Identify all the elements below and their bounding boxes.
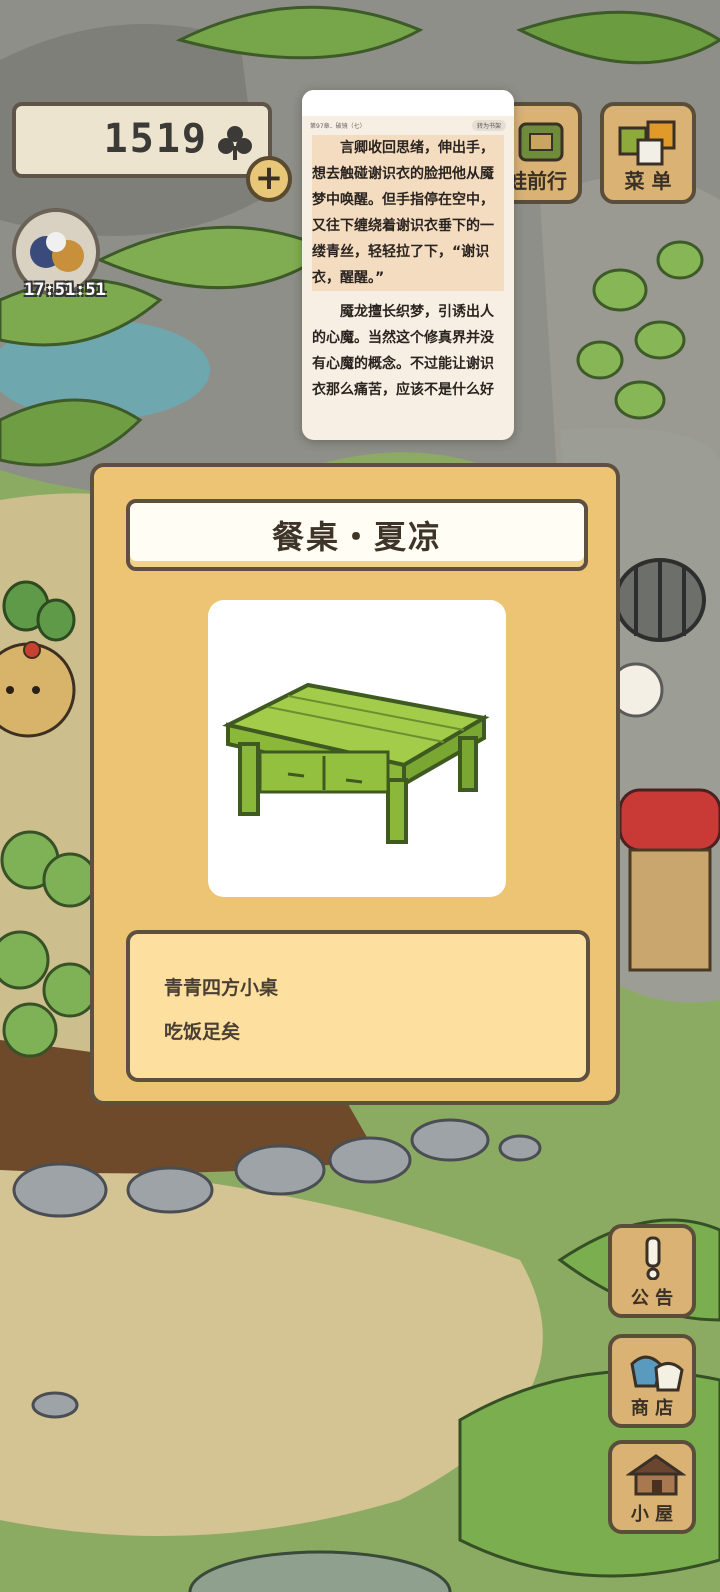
- reader-paragraph: 魇龙擅长织梦，引诱出人的心魔。当然这个修真界并没有心魔的概念。不过能让谢识衣那么…: [312, 304, 494, 398]
- reader-shelf-button[interactable]: 转为书架: [471, 120, 506, 131]
- bag-icon: [630, 1355, 684, 1392]
- shop-label: 商 店: [630, 1398, 674, 1419]
- notice-label: 公 告: [630, 1288, 674, 1309]
- reader-chapter: 第97章．破镜（七）: [310, 123, 366, 130]
- menu-icon: [618, 120, 676, 166]
- clover-counter: 1519: [12, 102, 272, 178]
- clock-display: 17:51:51: [24, 280, 106, 300]
- reader-top-bar: [302, 90, 514, 116]
- item-image: [208, 600, 506, 897]
- reader-body: 言卿收回思绪，伸出手，想去触碰谢识衣的脸把他从魇梦中唤醒。但手指停在空中，又往下…: [302, 135, 514, 403]
- menu-button[interactable]: 菜 单: [600, 102, 696, 204]
- menu-label: 菜 单: [624, 169, 672, 193]
- table-icon: [222, 682, 490, 844]
- reader-overlay[interactable]: 第97章．破镜（七） 转为书架 言卿收回思绪，伸出手，想去触碰谢识衣的脸把他从魇…: [302, 90, 514, 440]
- reader-header: 第97章．破镜（七） 转为书架: [302, 116, 514, 135]
- add-clover-button[interactable]: +: [246, 156, 292, 202]
- description-line: 吃饭足矣: [164, 1021, 241, 1043]
- birdcage: [614, 558, 706, 642]
- shop-button[interactable]: 商 店: [608, 1334, 696, 1428]
- reader-paragraph: 言卿收回思绪，伸出手，想去触碰谢识衣的脸把他从魇梦中唤醒。但手指停在空中，又往下…: [312, 135, 504, 291]
- radish-creature: [0, 580, 76, 738]
- clover-count: 1519: [103, 116, 208, 162]
- item-title: 餐桌・夏凉: [126, 499, 588, 571]
- house-button[interactable]: 小 屋: [608, 1440, 696, 1534]
- description-line: 青青四方小桌: [164, 977, 279, 999]
- item-description: 青青四方小桌 吃饭足矣: [126, 930, 590, 1082]
- notice-button[interactable]: 公 告: [608, 1224, 696, 1318]
- house-icon: [626, 1454, 686, 1496]
- clover-icon: [218, 126, 252, 160]
- house-label: 小 屋: [630, 1504, 674, 1525]
- frog-bag-icon: [518, 122, 564, 162]
- mailbox[interactable]: [618, 788, 720, 972]
- exclamation-icon: [645, 1236, 661, 1280]
- item-card[interactable]: 餐桌・夏凉 青青四方小桌 吃饭足矣: [90, 463, 620, 1105]
